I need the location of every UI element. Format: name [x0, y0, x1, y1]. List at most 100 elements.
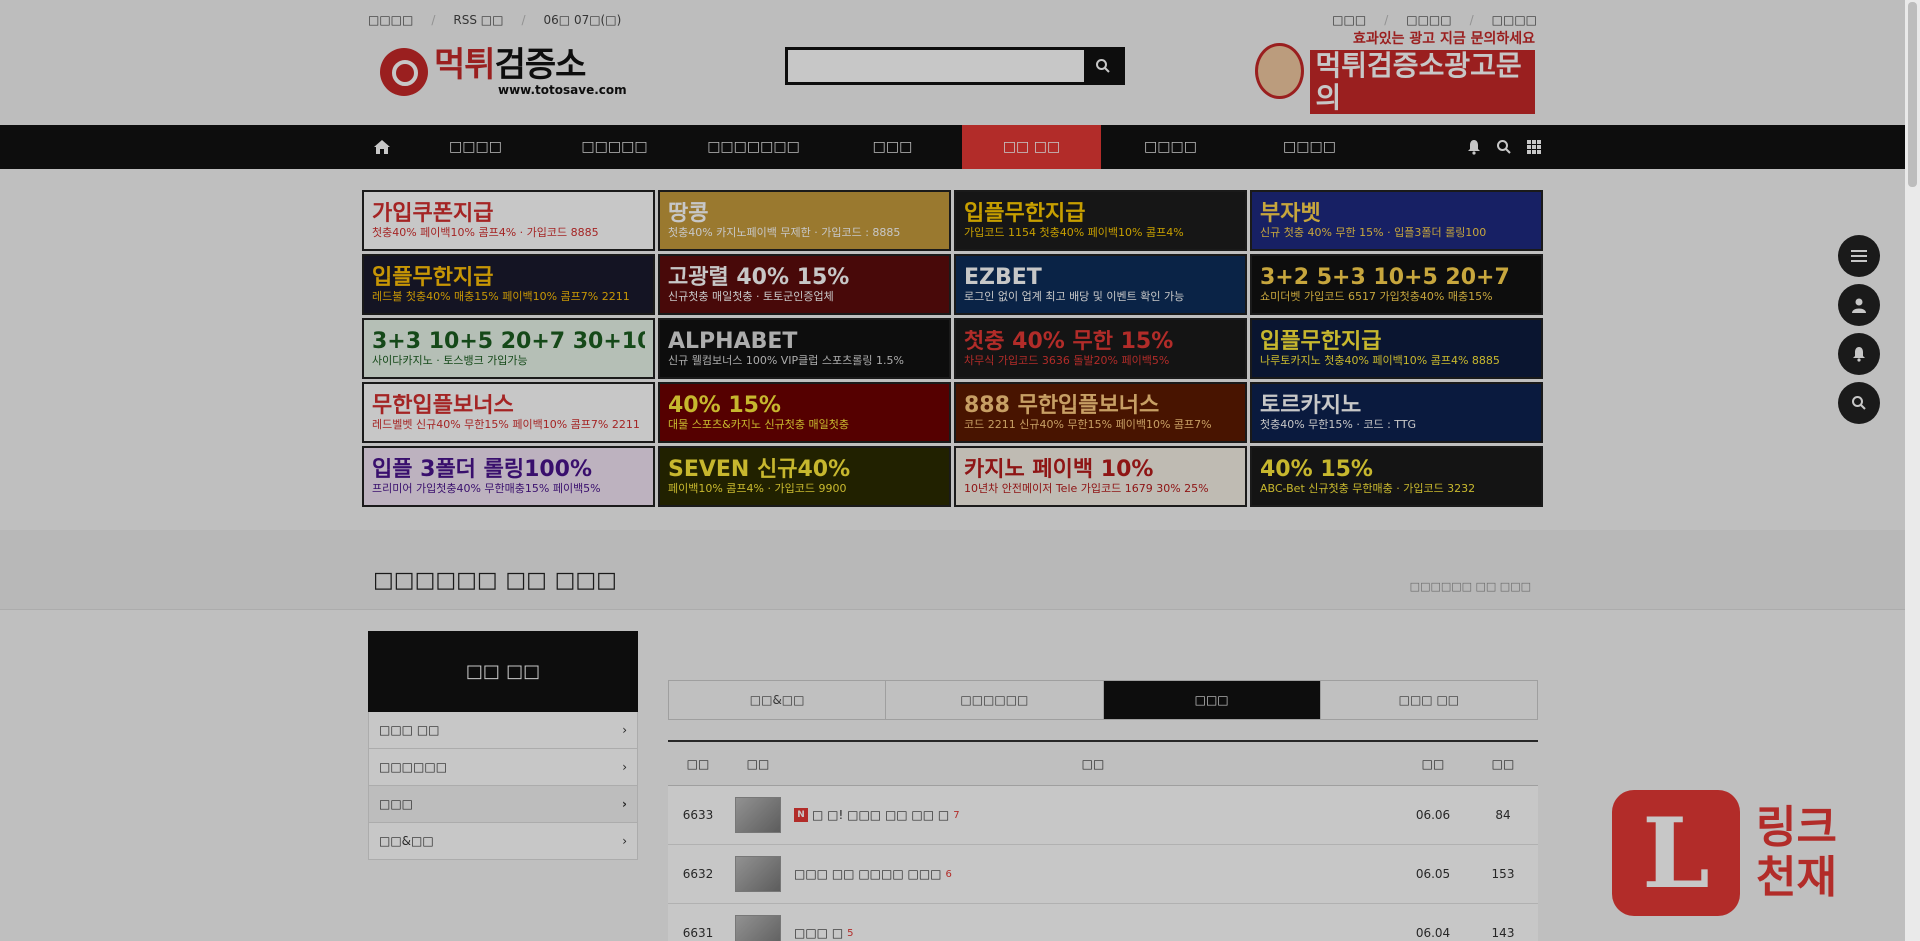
ad-banner[interactable]: 입플무한지급 가입코드 1154 첫충40% 페이백10% 콤프4% [954, 190, 1247, 251]
ad-banner[interactable]: 40% 15% 대물 스포츠&카지노 신규첫충 매일첫충 [658, 382, 951, 443]
nav-item-2[interactable]: □□□□□ [545, 125, 684, 169]
breadcrumb[interactable]: □□□□□□ □□ □□□ [1410, 580, 1531, 593]
table-row[interactable]: 6632 □□□ □□ □□□□ □□□ 6 06.05 153 [668, 845, 1538, 904]
search-button[interactable] [1084, 50, 1122, 82]
ad-banner-subtext: 코드 2211 신규40% 무한15% 페이백10% 콤프7% [964, 417, 1212, 431]
ad-banner[interactable]: 888 무한입플보너스 코드 2211 신규40% 무한15% 페이백10% 콤프… [954, 382, 1247, 443]
sidebar-title: □□ □□ [368, 631, 638, 712]
ad-banner[interactable]: 40% 15% ABC-Bet 신규첫충 무한매충 · 가입코드 3232 [1250, 446, 1543, 507]
table-header: □□ □□ □□ □□ □□ [668, 740, 1538, 786]
ad-banner-headline: 888 무한입플보너스 [964, 393, 1160, 418]
nav-item-1[interactable]: □□□□ [406, 125, 545, 169]
ad-banner[interactable]: 입플무한지급 나루토카지노 첫충40% 페이백10% 콤프4% 8885 [1250, 318, 1543, 379]
chevron-right-icon: › [622, 834, 627, 848]
scrollbar-thumb[interactable] [1908, 2, 1917, 187]
nav-item-7[interactable]: □□□□ [1240, 125, 1379, 169]
ad-banner[interactable]: 토르카지노 첫충40% 무한15% · 코드 : TTG [1250, 382, 1543, 443]
util-links-right: □□□ / □□□□ / □□□□ [1332, 13, 1537, 27]
ad-banner[interactable]: ALPHABET 신규 웰컴보너스 100% VIP클럽 스포츠롤링 1.5% [658, 318, 951, 379]
post-thumbnail[interactable] [735, 797, 781, 833]
util-link-3[interactable]: □□□□ [1492, 13, 1537, 27]
search-icon[interactable] [1496, 139, 1512, 155]
logo-title-a: 먹튀 [434, 45, 496, 85]
ad-banner[interactable]: 3+2 5+3 10+5 20+7 쇼미더벳 가입코드 6517 가입첫충40% … [1250, 254, 1543, 315]
post-title[interactable]: □□□ □ [794, 926, 843, 940]
ad-banner[interactable]: 입플무한지급 레드불 첫충40% 매충15% 페이백10% 콤프7% 2211 [362, 254, 655, 315]
chevron-right-icon: › [622, 760, 627, 774]
tab-1[interactable]: □□&□□ [669, 681, 887, 719]
hamburger-icon [1851, 250, 1867, 262]
table-row[interactable]: 6633 N □ □! □□□ □□ □□ □ 7 06.06 84 [668, 786, 1538, 845]
magnifier-logo-icon [380, 48, 428, 96]
float-bell-button[interactable] [1838, 333, 1880, 375]
watermark-logo: L 링크 천재 [1612, 788, 1912, 918]
ad-banner[interactable]: 무한입플보너스 레드벨벳 신규40% 무한15% 페이백10% 콤프7% 2211 [362, 382, 655, 443]
nav-item-5[interactable]: □□ □□ [962, 125, 1101, 169]
grid-menu-icon[interactable] [1526, 139, 1542, 155]
search-input[interactable] [788, 50, 1084, 82]
sidebar-item-3[interactable]: □□□ › [368, 786, 638, 823]
ad-banner[interactable]: 가입쿠폰지급 첫충40% 페이백10% 콤프4% · 가입코드 8885 [362, 190, 655, 251]
ad-banner[interactable]: 고광렬 40% 15% 신규첫충 매일첫충 · 토토군인증업체 [658, 254, 951, 315]
ad-banner-headline: 고광렬 40% 15% [668, 265, 850, 290]
ad-banner-subtext: 쇼미더벳 가입코드 6517 가입첫충40% 매충15% [1260, 289, 1493, 303]
post-thumbnail[interactable] [735, 915, 781, 941]
sidebar-item-1[interactable]: □□□ □□ › [368, 712, 638, 749]
nav-item-6[interactable]: □□□□ [1101, 125, 1240, 169]
float-menu-button[interactable] [1838, 235, 1880, 277]
ad-banner[interactable]: 입플 3폴더 롤링100% 프리미어 가입첫충40% 무한매충15% 페이백5% [362, 446, 655, 507]
tab-3[interactable]: □□□ [1103, 681, 1321, 719]
ad-banner-subtext: 첫충40% 페이백10% 콤프4% · 가입코드 8885 [372, 225, 599, 239]
ad-inquiry-banner[interactable]: 효과있는 광고 지금 문의하세요 먹튀검증소광고문의 [1255, 31, 1535, 114]
util-link-1[interactable]: □□□□ [368, 13, 413, 27]
ad-banner-headline: EZBET [964, 265, 1042, 290]
ad-banner[interactable]: SEVEN 신규40% 페이백10% 콤프4% · 가입코드 9900 [658, 446, 951, 507]
ad-banner-headline: 무한입플보너스 [372, 393, 514, 418]
sidebar-item-4[interactable]: □□&□□ › [368, 823, 638, 860]
scrollbar[interactable] [1905, 0, 1920, 941]
ad-banner[interactable]: EZBET 로그인 없이 업계 최고 배당 및 이벤트 확인 가능 [954, 254, 1247, 315]
bell-icon[interactable] [1466, 139, 1482, 155]
post-thumbnail[interactable] [735, 856, 781, 892]
nav-item-3[interactable]: □□□□□□□ [684, 125, 823, 169]
nav-item-4[interactable]: □□□ [823, 125, 962, 169]
ad-banner-headline: 3+3 10+5 20+7 30+10 [372, 329, 645, 354]
bell-icon [1853, 347, 1865, 362]
post-views: 84 [1495, 808, 1511, 822]
ad-banner-headline: ALPHABET [668, 329, 798, 354]
ad-banner[interactable]: 부자벳 신규 첫충 40% 무한 15% · 입플3폴더 롤링100 [1250, 190, 1543, 251]
float-search-button[interactable] [1838, 382, 1880, 424]
rss-link[interactable]: RSS □□ [453, 13, 503, 27]
ad-banner-subtext: 첫충40% 카지노페이백 무제한 · 가입코드 : 8885 [668, 225, 901, 239]
ad-banner-subtext: 페이백10% 콤프4% · 가입코드 9900 [668, 481, 847, 495]
sidebar-item-label: □□□□□□ [379, 760, 448, 774]
ad-banner-headline: 40% 15% [1260, 457, 1373, 482]
ad-banner[interactable]: 첫충 40% 무한 15% 차무식 가입코드 3636 돌발20% 페이백5% [954, 318, 1247, 379]
ad-banner[interactable]: 카지노 페이백 10% 10년차 안전메이저 Tele 가입코드 1679 30%… [954, 446, 1247, 507]
post-title[interactable]: □ □! □□□ □□ □□ □ [812, 808, 949, 822]
ad-banner-headline: 가입쿠폰지급 [372, 201, 494, 226]
register-link[interactable]: □□□□ [1406, 13, 1451, 27]
logo-url: www.totosave.com [498, 83, 627, 97]
col-header-views: □□ [1491, 756, 1515, 771]
table-row[interactable]: 6631 □□□ □ 5 06.04 143 [668, 904, 1538, 941]
sidebar-item-2[interactable]: □□□□□□ › [368, 749, 638, 786]
ad-banner-subtext: 신규 첫충 40% 무한 15% · 입플3폴더 롤링100 [1260, 225, 1487, 239]
home-button[interactable] [358, 125, 406, 169]
watermark-line-2: 천재 [1756, 852, 1837, 903]
ad-banner[interactable]: 땅콩 첫충40% 카지노페이백 무제한 · 가입코드 : 8885 [658, 190, 951, 251]
comment-count: 7 [953, 809, 960, 821]
post-date: 06.04 [1415, 926, 1451, 940]
float-user-button[interactable] [1838, 284, 1880, 326]
new-badge-icon: N [794, 808, 808, 822]
tab-2[interactable]: □□□□□□ [886, 681, 1104, 719]
ad-banner-subtext: 레드불 첫충40% 매충15% 페이백10% 콤프7% 2211 [372, 289, 630, 303]
login-link[interactable]: □□□ [1332, 13, 1366, 27]
site-logo[interactable]: 먹튀검증소 www.totosave.com [380, 44, 638, 100]
tab-4[interactable]: □□□ □□ [1320, 681, 1537, 719]
ad-banner-subtext: 레드벨벳 신규40% 무한15% 페이백10% 콤프7% 2211 [372, 417, 640, 431]
logo-title-b: 검증소 [494, 45, 587, 85]
ad-banner[interactable]: 3+3 10+5 20+7 30+10 사이다카지노 · 토스뱅크 가입가능 [362, 318, 655, 379]
home-icon [374, 140, 390, 154]
post-title[interactable]: □□□ □□ □□□□ □□□ [794, 867, 942, 881]
